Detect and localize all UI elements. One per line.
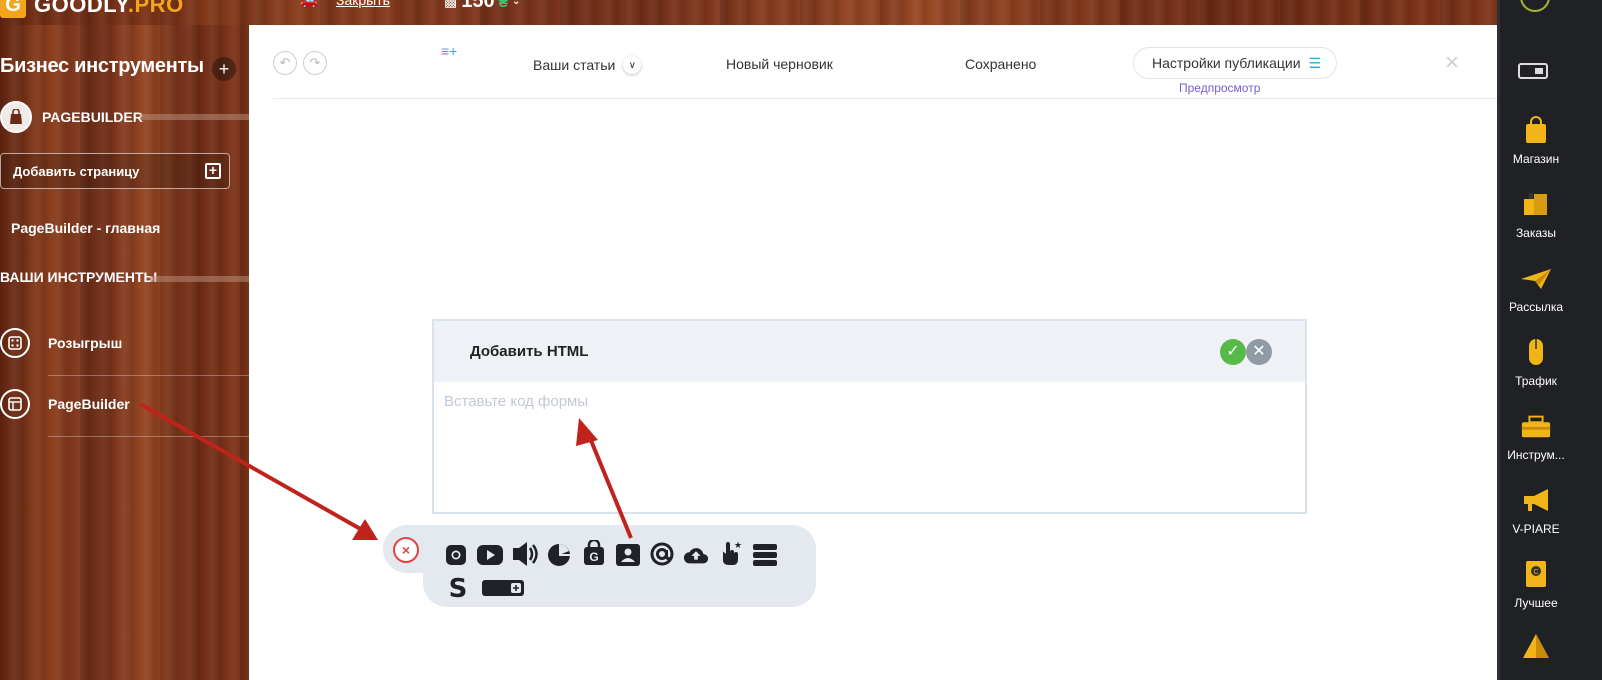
html-code-input[interactable] [444,393,1294,410]
section-pagebuilder: PAGEBUILDER [0,101,143,133]
contact-card-icon[interactable] [615,542,641,568]
cloud-upload-icon[interactable] [683,542,709,568]
menu-lines-icon[interactable] [752,542,778,568]
svg-text:★: ★ [734,541,742,551]
dock-item-best[interactable]: C Лучшее [1500,558,1572,610]
publish-settings-button[interactable]: Настройки публикации ☰ [1133,47,1337,79]
dock-item-shop[interactable]: Магазин [1500,114,1572,166]
dock-item-more[interactable] [1500,630,1572,668]
tool-divider [48,375,250,376]
sidebar-title: Бизнес инструменты [0,55,204,77]
tool-label: Розыгрыш [48,335,123,351]
editor-toolbar: ↶ ↷ ≡+ Ваши статьи ∨ Новый черновик Сохр… [273,43,1505,99]
balance-value: 150 [461,0,495,12]
sidebar-item-giveaway[interactable]: Розыгрыш [0,328,122,358]
add-page-button[interactable]: Добавить страницу + [0,153,230,189]
toggle-icon[interactable] [1518,63,1548,79]
avatar-ring[interactable] [1520,0,1550,12]
section-tools: ВАШИ ИНСТРУМЕНТЫ [0,269,157,285]
mouse-icon [1520,336,1552,368]
top-bar: G GOODLY.PRO 🚗 Закрыть ▩ 150 ₴ ⌄ [0,0,1528,25]
toolbox-icon [1520,410,1552,442]
close-editor-button[interactable]: × [1445,49,1459,77]
at-email-icon[interactable] [649,541,675,567]
dock-item-mailing[interactable]: Рассылка [1500,262,1572,314]
tool-label: PageBuilder [48,396,130,412]
megaphone-icon [1520,484,1552,516]
best-badge-icon: C [1520,558,1552,590]
youtube-icon[interactable] [477,542,503,568]
section-divider [140,114,249,120]
shop-bag-icon[interactable]: G [581,540,607,566]
dice-icon [0,328,30,358]
paper-plane-icon [1520,262,1552,294]
dock-label: Инструм... [1507,448,1565,462]
articles-dropdown[interactable]: Ваши статьи ∨ [533,56,641,74]
redo-button[interactable]: ↷ [303,51,327,75]
dock-label: V-PIARE [1512,522,1560,536]
undo-button[interactable]: ↶ [273,51,297,75]
balance[interactable]: ▩ 150 ₴ ⌄ [444,0,520,13]
wallet-icon: ▩ [444,0,458,9]
cancel-button[interactable]: ✕ [1246,339,1272,365]
boxes-icon [1520,188,1552,220]
dock-label: Лучшее [1514,596,1558,610]
modal-header: Добавить HTML ✓ ✕ [434,321,1305,382]
right-dock: Магазин Заказы Рассылка Трафик Инструм..… [1497,0,1602,680]
preview-link[interactable]: Предпросмотр [1179,81,1260,95]
top-link[interactable]: Закрыть [336,0,390,8]
tap-star-icon[interactable]: ★ [717,540,743,566]
chevron-down-icon[interactable]: ⌄ [512,0,520,7]
svg-text:G: G [589,550,598,564]
skype-icon[interactable]: S [445,575,471,601]
layout-icon [0,389,30,419]
save-status: Сохранено [965,56,1037,72]
add-page-label: Добавить страницу [13,163,140,179]
section-label: PAGEBUILDER [42,109,143,125]
sidebar-item-main-page[interactable]: PageBuilder - главная [11,220,160,236]
dock-item-traffic[interactable]: Трафик [1500,336,1572,388]
section-divider [150,276,249,282]
logo-badge: G [0,0,26,18]
audio-icon[interactable] [513,541,539,567]
block-toolbar: × G ★ S [383,525,816,607]
shopping-bag-icon [1520,114,1552,146]
coin-icon: ₴ [498,0,508,10]
section-label: ВАШИ ИНСТРУМЕНТЫ [0,269,158,285]
dock-label: Трафик [1515,374,1557,388]
button-add-icon[interactable] [481,575,525,601]
pyramid-icon [1520,630,1552,662]
dock-label: Заказы [1515,226,1557,240]
shopping-bag-icon [0,101,32,133]
svg-text:S: S [449,575,468,601]
confirm-button[interactable]: ✓ [1220,339,1246,365]
chart-pie-icon[interactable] [546,542,572,568]
publish-settings-label: Настройки публикации [1152,55,1301,71]
modal-title: Добавить HTML [470,343,589,360]
add-html-modal: Добавить HTML ✓ ✕ [432,319,1307,514]
car-icon[interactable]: 🚗 [300,0,317,9]
articles-label: Ваши статьи [533,57,616,73]
add-text-icon[interactable]: ≡+ [441,43,457,59]
dock-item-tools[interactable]: Инструм... [1500,410,1572,462]
dock-item-orders[interactable]: Заказы [1500,188,1572,240]
close-toolbar-button[interactable]: × [393,537,419,563]
chevron-down-icon: ∨ [623,56,641,74]
add-tool-button[interactable]: + [212,57,236,81]
new-draft-button[interactable]: Новый черновик [726,56,833,72]
dock-label: Рассылка [1508,300,1564,314]
sliders-icon: ☰ [1308,54,1322,71]
logo-text: GOODLY.PRO [34,0,184,17]
sidebar-item-pagebuilder[interactable]: PageBuilder [0,389,130,419]
tool-divider [48,436,250,437]
dock-item-vpiare[interactable]: V-PIARE [1500,484,1572,536]
instagram-icon[interactable] [443,542,469,568]
logo[interactable]: G GOODLY.PRO [0,0,184,18]
sidebar: Бизнес инструменты + PAGEBUILDER Добавит… [0,25,250,680]
svg-text:C: C [1533,569,1538,576]
dock-label: Магазин [1512,152,1560,166]
plus-square-icon: + [205,163,221,179]
